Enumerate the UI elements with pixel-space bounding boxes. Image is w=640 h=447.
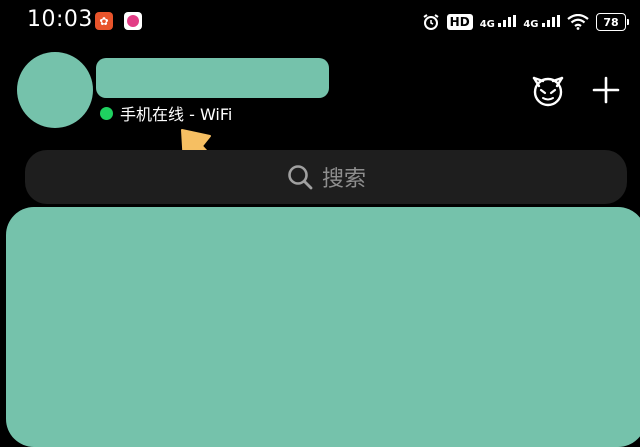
signal-bars-icon xyxy=(542,14,560,27)
network-type-2: 4G xyxy=(523,14,560,30)
search-bar[interactable]: 搜索 xyxy=(25,150,627,204)
network-type-1: 4G xyxy=(480,14,517,30)
search-icon xyxy=(288,165,313,190)
search-placeholder: 搜索 xyxy=(321,167,366,192)
app-notification-icon: ✿ xyxy=(95,12,113,30)
nickname-redacted xyxy=(96,58,329,98)
battery-indicator: 78 xyxy=(596,13,629,31)
online-dot-icon xyxy=(100,106,113,120)
hd-voice-badge: HD xyxy=(446,14,473,30)
online-status[interactable]: 手机在线 - WiFi xyxy=(100,101,232,125)
status-bar: 10:03 ✿ HD 4G 4G 78 xyxy=(0,0,640,44)
status-time: 10:03 xyxy=(27,7,93,32)
avatar[interactable] xyxy=(17,52,93,128)
app-notification-icon-2 xyxy=(124,12,142,30)
pet-face-button[interactable] xyxy=(528,70,568,110)
signal-bars-icon xyxy=(498,14,517,27)
pet-face-icon xyxy=(532,76,564,107)
status-indicators: HD 4G 4G 78 xyxy=(422,9,629,35)
content-list-redacted xyxy=(6,207,640,447)
alarm-icon xyxy=(423,14,439,30)
wifi-icon xyxy=(567,14,589,30)
plus-icon xyxy=(592,76,620,104)
add-button[interactable] xyxy=(586,70,626,110)
online-status-label: 手机在线 - WiFi xyxy=(120,105,233,124)
